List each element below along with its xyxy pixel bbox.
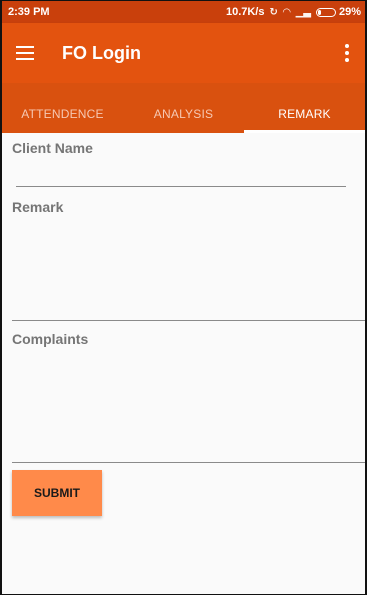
tab-bar: ATTENDENCE ANALYSIS REMARK bbox=[2, 83, 365, 133]
status-time: 2:39 PM bbox=[8, 6, 50, 18]
tab-attendence[interactable]: ATTENDENCE bbox=[2, 83, 123, 133]
hamburger-menu-icon[interactable] bbox=[16, 46, 34, 60]
complaints-label: Complaints bbox=[12, 331, 89, 347]
sync-icon: ↻ bbox=[269, 6, 278, 18]
battery-icon bbox=[315, 7, 336, 17]
battery-percent: 29% bbox=[338, 6, 361, 18]
wifi-icon: ◠ bbox=[282, 6, 291, 18]
complaints-input[interactable] bbox=[12, 462, 365, 463]
phone-screen: 2:39 PM 10.7K/s ↻ ◠ ▁▃ 29% FO Login ATTE… bbox=[0, 0, 367, 595]
more-vert-icon[interactable] bbox=[337, 44, 357, 62]
remark-input[interactable] bbox=[12, 320, 365, 321]
client-name-input[interactable] bbox=[16, 186, 346, 187]
network-speed: 10.7K/s bbox=[225, 6, 265, 18]
status-indicators: 10.7K/s ↻ ◠ ▁▃ 29% bbox=[226, 6, 361, 18]
signal-icon: ▁▃ bbox=[295, 6, 311, 18]
app-bar: FO Login bbox=[2, 23, 365, 83]
tab-analysis[interactable]: ANALYSIS bbox=[123, 83, 244, 133]
submit-button[interactable]: SUBMIT bbox=[12, 470, 102, 516]
battery-fill bbox=[317, 9, 322, 15]
tab-remark[interactable]: REMARK bbox=[244, 83, 365, 133]
app-title: FO Login bbox=[62, 42, 141, 63]
status-bar: 2:39 PM 10.7K/s ↻ ◠ ▁▃ 29% bbox=[2, 1, 365, 23]
battery-indicator: 29% bbox=[315, 6, 361, 18]
remark-label: Remark bbox=[12, 199, 64, 215]
client-name-label: Client Name bbox=[12, 140, 93, 156]
